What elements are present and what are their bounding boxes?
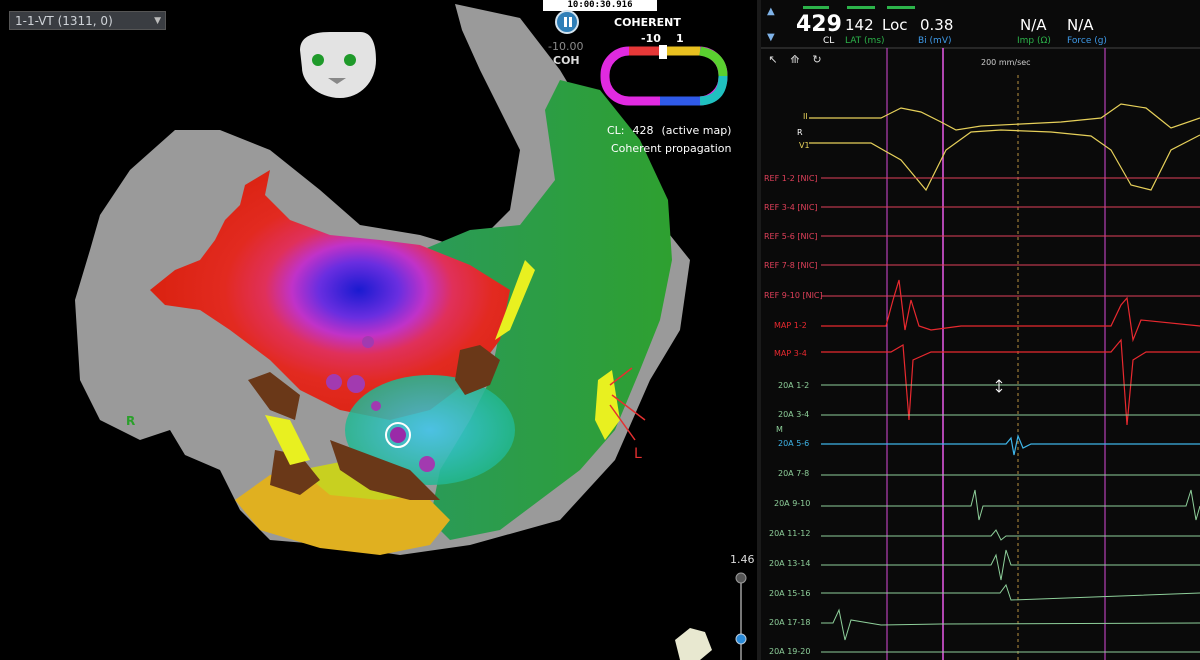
- map-selector-value: 1-1-VT (1311, 0): [15, 14, 113, 28]
- cl-info-note: (active map): [661, 124, 732, 137]
- m-marker: M: [776, 425, 783, 434]
- anatomy-label-right: R: [126, 414, 136, 428]
- ecg-label-ii: II: [803, 112, 808, 121]
- timestamp: 10:00:30.916 16.06.2025: [543, 0, 657, 21]
- channel-label: 20A 7-8: [778, 469, 810, 478]
- chevron-down-icon: ▼: [154, 16, 161, 26]
- channel-label: MAP 3-4: [774, 349, 807, 358]
- channel-label: REF 3-4 [NIC]: [764, 203, 818, 212]
- channel-label: REF 9-10 [NIC]: [764, 291, 823, 300]
- channel-label: 20A 15-16: [769, 589, 811, 598]
- map-selector-dropdown[interactable]: 1-1-VT (1311, 0) ▼: [9, 11, 166, 30]
- anatomy-label-left: L: [634, 446, 642, 462]
- channel-label: REF 5-6 [NIC]: [764, 232, 818, 241]
- ecg-label-v1: V1: [799, 141, 810, 150]
- coh-label: COH: [553, 54, 580, 67]
- signals-panel: ▲ ▼ 429 CL 142 Loc LAT (ms) 0.38 Bi (mV)…: [761, 0, 1200, 660]
- cl-info-label: CL:: [607, 124, 625, 137]
- coherent-legend-min: -10: [641, 32, 661, 45]
- channel-label: REF 1-2 [NIC]: [764, 174, 818, 183]
- channel-label: 20A 13-14: [769, 559, 811, 568]
- channel-label: REF 7-8 [NIC]: [764, 261, 818, 270]
- channel-label: MAP 1-2: [774, 321, 807, 330]
- coh-value: -10.00: [548, 40, 584, 53]
- propagation-label: Coherent propagation: [611, 142, 732, 155]
- channel-label: 20A 9-10: [774, 499, 811, 508]
- signal-traces[interactable]: [761, 0, 1200, 660]
- channel-label: 20A 1-2: [778, 381, 810, 390]
- coherent-legend-title: COHERENT: [614, 16, 681, 29]
- cl-info-value: 428: [632, 124, 654, 137]
- channel-label: 20A 17-18: [769, 618, 811, 627]
- channel-label: 20A 3-4: [778, 410, 810, 419]
- zoom-value: 1.46: [730, 553, 755, 566]
- cardiac-map-render[interactable]: [0, 0, 757, 660]
- pause-button[interactable]: [555, 10, 579, 34]
- channel-label: 20A 11-12: [769, 529, 811, 538]
- coherent-legend-max: 1: [676, 32, 684, 45]
- ecg-label-r: R: [797, 128, 803, 137]
- channel-label: 20A 5-6: [778, 439, 810, 448]
- 3d-map-viewport[interactable]: 1-1-VT (1311, 0) ▼ 10:00:30.916 16.06.202…: [0, 0, 757, 660]
- channel-label: 20A 19-20: [769, 647, 811, 656]
- cl-info: CL: 428 (active map): [607, 124, 739, 137]
